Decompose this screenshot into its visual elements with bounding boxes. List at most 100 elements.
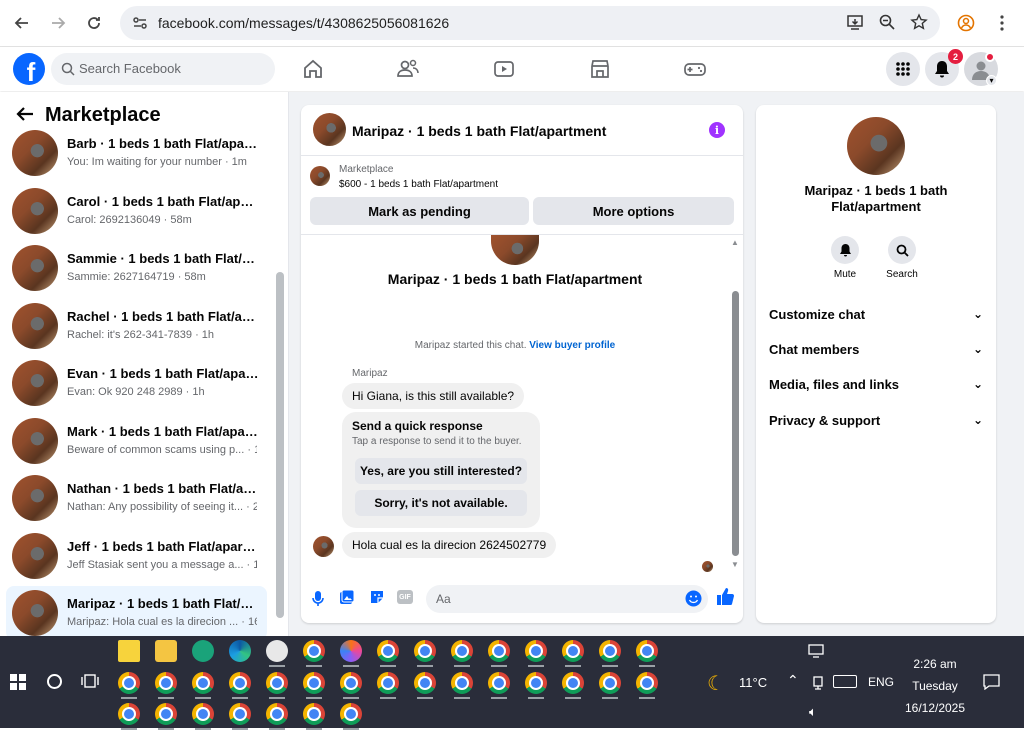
weather-temp[interactable]: 11°C — [739, 675, 767, 690]
conversation-item[interactable]: Evan · 1 beds 1 bath Flat/apartm... Evan:… — [6, 356, 267, 410]
browser-menu-icon[interactable] — [990, 11, 1014, 35]
chrome-icon[interactable] — [377, 672, 399, 694]
site-settings-icon[interactable] — [132, 15, 148, 36]
chrome-icon[interactable] — [599, 640, 621, 662]
back-arrow-icon[interactable] — [16, 105, 34, 128]
chrome-icon[interactable] — [192, 703, 214, 725]
chrome-icon[interactable] — [488, 672, 510, 694]
chrome-icon[interactable] — [414, 640, 436, 662]
profile-icon[interactable] — [954, 11, 978, 35]
volume-icon[interactable]: 🔈︎ — [809, 704, 817, 720]
search-chat-icon[interactable] — [888, 236, 916, 264]
search-circle-icon[interactable] — [47, 674, 62, 689]
forward-icon[interactable] — [46, 11, 70, 35]
chrome-icon[interactable] — [340, 672, 362, 694]
chrome-icon[interactable] — [636, 640, 658, 662]
address-bar[interactable]: facebook.com/messages/t/4308625056081626 — [120, 6, 940, 40]
info-icon[interactable]: i — [709, 122, 725, 138]
sticker-icon[interactable] — [369, 589, 385, 610]
more-options-button[interactable]: More options — [533, 197, 734, 225]
chrome-icon[interactable] — [192, 672, 214, 694]
zoom-icon[interactable] — [878, 13, 896, 36]
windows-start-icon[interactable] — [10, 674, 26, 695]
sidebar-scrollbar[interactable] — [276, 272, 284, 618]
notifications-center-icon[interactable] — [983, 674, 1000, 695]
chrome-icon[interactable] — [451, 640, 473, 662]
edge-icon[interactable] — [229, 640, 251, 662]
weather-moon-icon[interactable]: ☾ — [707, 671, 725, 696]
reload-icon[interactable] — [82, 11, 106, 35]
video-icon[interactable] — [492, 57, 516, 81]
scroll-up-arrow-icon[interactable]: ▲ — [731, 238, 739, 247]
privacy-support-row[interactable]: Privacy & support ⌄ — [769, 413, 983, 437]
chrome-icon[interactable] — [229, 703, 251, 725]
conversation-item[interactable]: Maripaz · 1 beds 1 bath Flat/apar... Mari… — [6, 586, 267, 640]
chrome-icon[interactable] — [118, 703, 140, 725]
message-input[interactable]: Aa — [426, 585, 708, 613]
customize-chat-row[interactable]: Customize chat ⌄ — [769, 307, 983, 331]
details-avatar[interactable] — [847, 117, 905, 175]
home-icon[interactable] — [301, 57, 325, 81]
chrome-icon[interactable] — [488, 640, 510, 662]
clock[interactable]: 2:26 am Tuesday 16/12/2025 — [890, 653, 980, 719]
conversation-item[interactable]: Rachel · 1 beds 1 bath Flat/apart... Rach… — [6, 299, 267, 353]
network-icon[interactable] — [811, 674, 825, 695]
media-files-row[interactable]: Media, files and links ⌄ — [769, 377, 983, 401]
chat-avatar[interactable] — [313, 113, 346, 146]
chrome-icon[interactable] — [525, 672, 547, 694]
sender-avatar[interactable] — [313, 536, 334, 557]
back-icon[interactable] — [10, 11, 34, 35]
emoji-icon[interactable] — [685, 590, 702, 610]
chrome-icon[interactable] — [229, 672, 251, 694]
listing-thumbnail[interactable] — [310, 166, 330, 186]
chrome-icon[interactable] — [562, 672, 584, 694]
chevron-down-icon[interactable]: ▾ — [986, 75, 997, 86]
mark-pending-button[interactable]: Mark as pending — [310, 197, 529, 225]
chrome-icon[interactable] — [562, 640, 584, 662]
chrome-icon[interactable] — [303, 672, 325, 694]
conversation-item[interactable]: Carol · 1 beds 1 bath Flat/apart... Carol… — [6, 184, 267, 238]
chrome-icon[interactable] — [525, 640, 547, 662]
message-bubble[interactable]: Hola cual es la direcion 2624502779 — [342, 532, 557, 558]
conversation-item[interactable]: Barb · 1 beds 1 bath Flat/apartm... You: … — [6, 126, 267, 180]
chat-members-row[interactable]: Chat members ⌄ — [769, 342, 983, 366]
display-icon[interactable] — [808, 644, 826, 663]
file-explorer-icon[interactable] — [155, 640, 177, 662]
chat-title[interactable]: Maripaz · 1 beds 1 bath Flat/apartment — [352, 123, 606, 139]
tray-expand-icon[interactable]: ⌃ — [787, 672, 799, 689]
friends-icon[interactable] — [396, 57, 420, 81]
message-bubble[interactable]: Hi Giana, is this still available? — [342, 383, 525, 409]
facebook-search-input[interactable]: Search Facebook — [51, 53, 275, 85]
scroll-down-arrow-icon[interactable]: ▼ — [731, 560, 739, 569]
install-app-icon[interactable] — [846, 13, 864, 36]
app-icon[interactable] — [266, 640, 288, 662]
chrome-icon[interactable] — [303, 703, 325, 725]
conversation-item[interactable]: Mark · 1 beds 1 bath Flat/apart... Beware… — [6, 414, 267, 468]
conversation-item[interactable]: Sammie · 1 beds 1 bath Flat/apa... Sammie… — [6, 241, 267, 295]
facebook-logo-icon[interactable]: f — [13, 53, 45, 85]
chrome-icon[interactable] — [155, 672, 177, 694]
like-thumb-icon[interactable] — [716, 587, 735, 611]
photo-icon[interactable] — [339, 589, 355, 610]
chrome-icon[interactable] — [118, 672, 140, 694]
chrome-icon[interactable] — [155, 703, 177, 725]
task-view-icon[interactable] — [81, 673, 99, 694]
menu-grid-icon[interactable] — [886, 52, 920, 86]
chrome-icon[interactable] — [266, 703, 288, 725]
view-buyer-profile-link[interactable]: View buyer profile — [529, 340, 615, 351]
conversation-item[interactable]: Jeff · 1 beds 1 bath Flat/apartme... Jeff… — [6, 529, 267, 583]
chrome-icon[interactable] — [303, 640, 325, 662]
mute-bell-icon[interactable] — [831, 236, 859, 264]
keyboard-icon[interactable] — [833, 675, 857, 688]
marketplace-icon[interactable] — [588, 57, 612, 81]
chrome-icon[interactable] — [636, 672, 658, 694]
conversation-item[interactable]: Nathan · 1 beds 1 bath Flat/apar... Natha… — [6, 471, 267, 525]
chrome-icon[interactable] — [340, 703, 362, 725]
bookmark-star-icon[interactable] — [910, 13, 928, 36]
listing-summary[interactable]: $600 - 1 beds 1 bath Flat/apartment — [339, 179, 498, 190]
quick-reply-yes-button[interactable]: Yes, are you still interested? — [355, 458, 527, 484]
chat-scrollbar[interactable] — [732, 291, 739, 556]
quick-reply-no-button[interactable]: Sorry, it's not available. — [355, 490, 527, 516]
chrome-icon[interactable] — [377, 640, 399, 662]
chrome-icon[interactable] — [451, 672, 473, 694]
